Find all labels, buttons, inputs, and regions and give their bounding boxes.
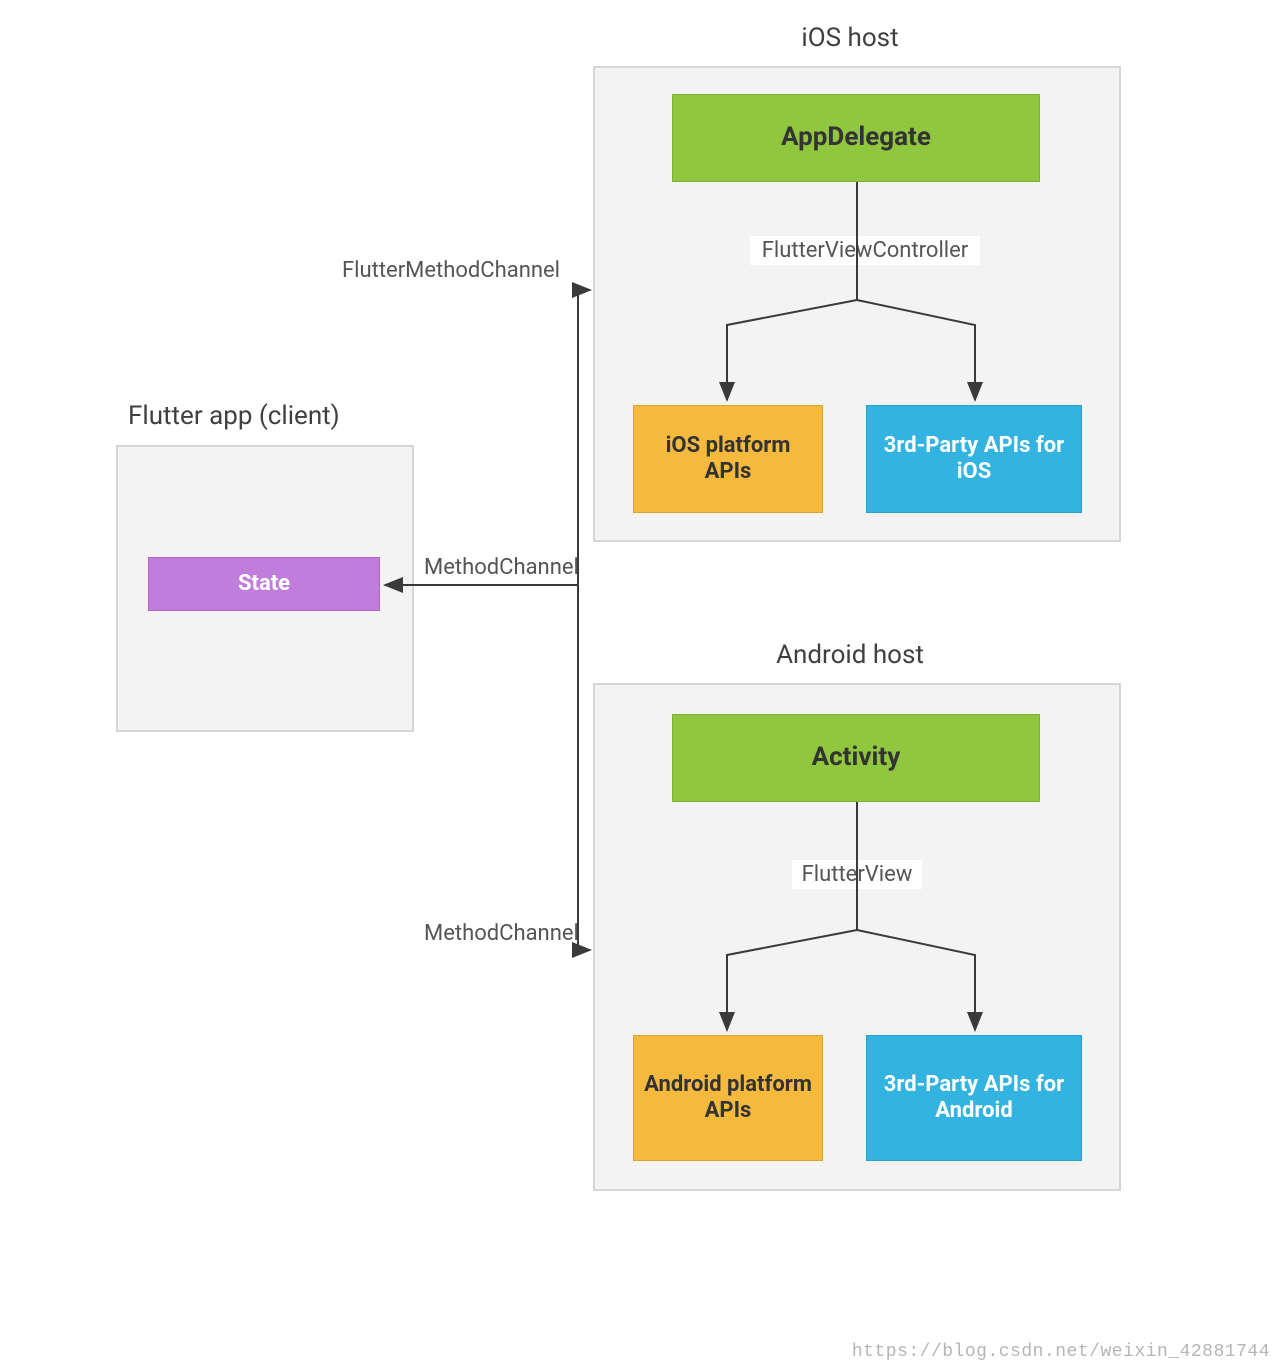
- watermark-text: https://blog.csdn.net/weixin_42881744: [852, 1342, 1270, 1362]
- connectors-svg: [0, 0, 1278, 1368]
